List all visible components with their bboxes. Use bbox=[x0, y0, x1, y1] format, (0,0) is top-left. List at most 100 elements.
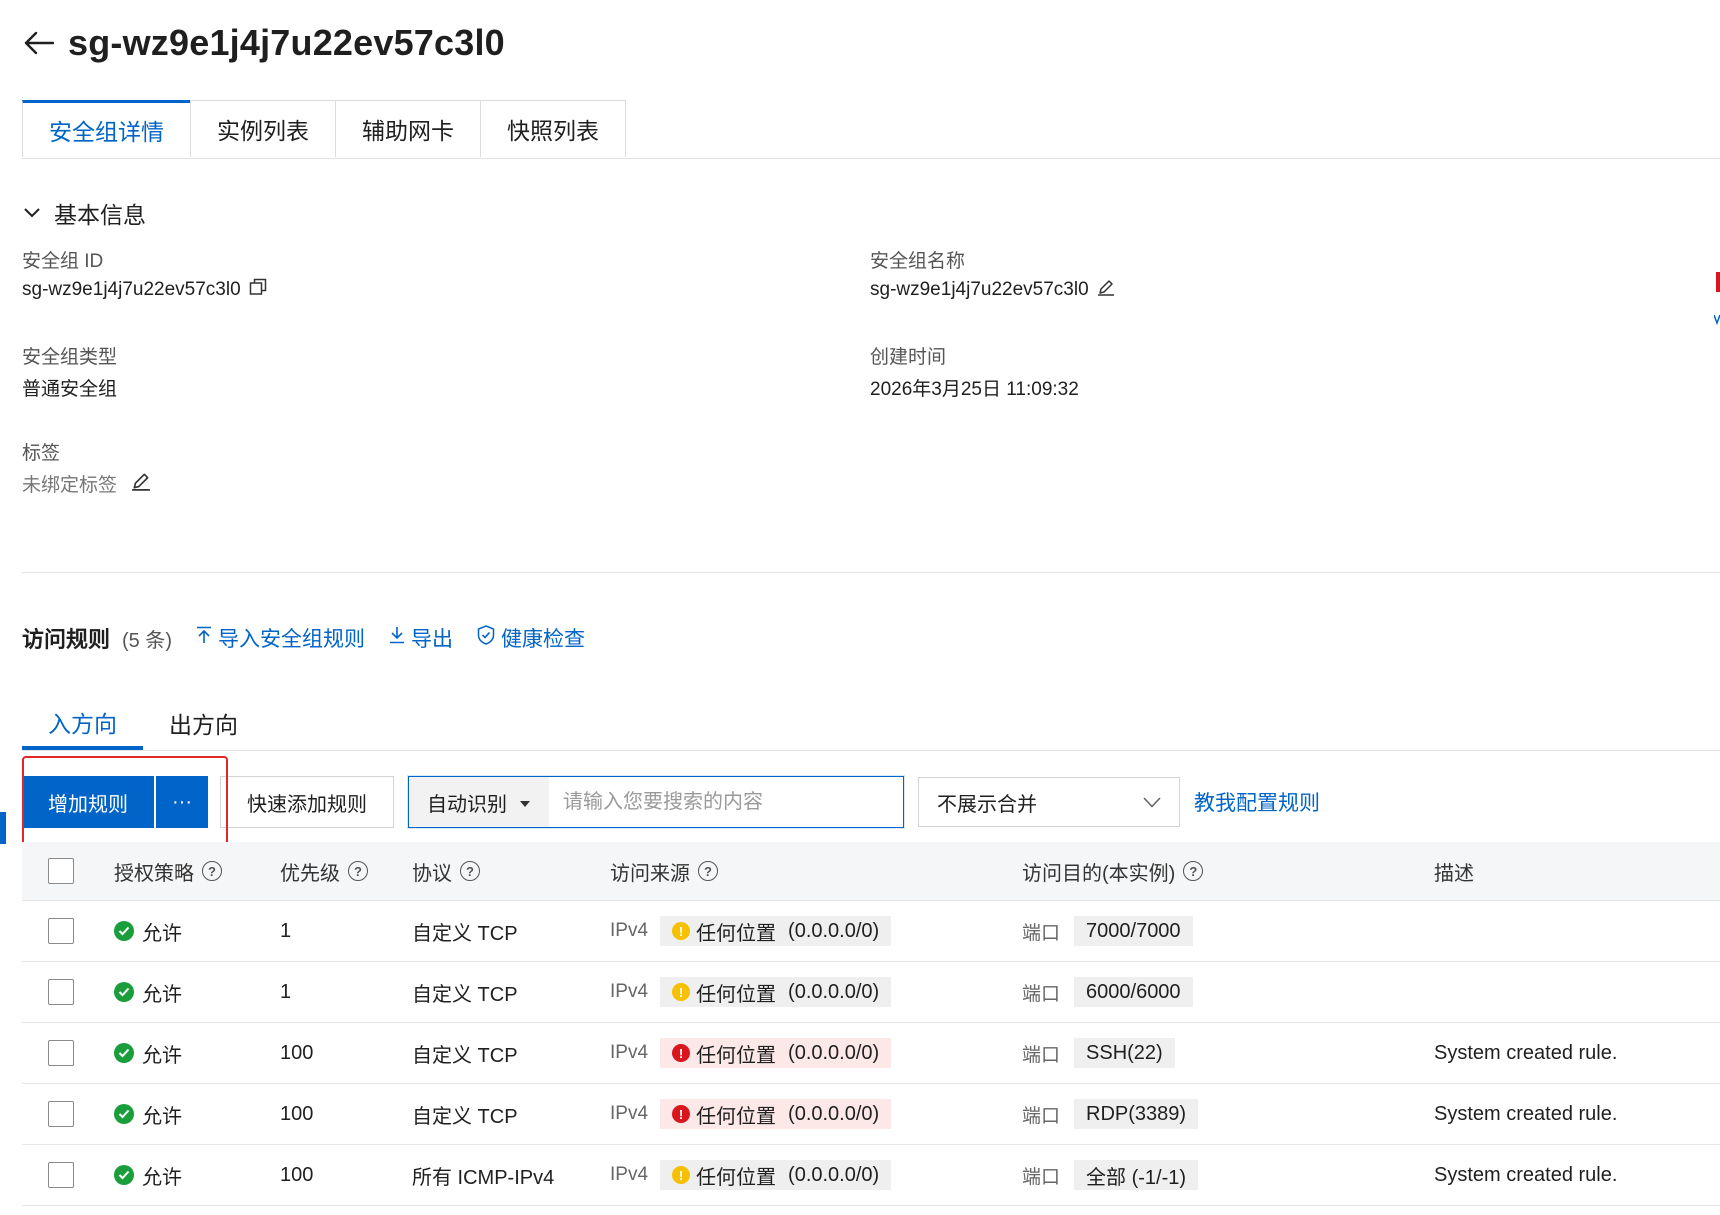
dest-cell: 端口 RDP(3389) bbox=[1022, 1099, 1434, 1129]
search-input[interactable] bbox=[549, 779, 903, 825]
table-row: 允许 100 自定义 TCP IPv4 ! 任何位置 (0.0.0.0/0) 端… bbox=[22, 1023, 1720, 1084]
source-text: 任何位置 bbox=[696, 1166, 777, 1189]
source-cell: IPv4 ! 任何位置 (0.0.0.0/0) bbox=[610, 1038, 1022, 1068]
source-cell: IPv4 ! 任何位置 (0.0.0.0/0) bbox=[610, 1099, 1022, 1129]
help-circle-icon[interactable]: ? bbox=[1183, 861, 1204, 881]
rule-search: 自动识别 bbox=[408, 776, 904, 828]
edit-icon[interactable] bbox=[1097, 278, 1115, 302]
side-indicator bbox=[0, 812, 6, 844]
quick-add-rule-button[interactable]: 快速添加规则 bbox=[220, 776, 394, 828]
col-source: 访问来源? bbox=[610, 857, 1022, 886]
ip-version: IPv4 bbox=[610, 1042, 649, 1063]
health-check-link[interactable]: 健康检查 bbox=[477, 623, 585, 653]
more-actions-button[interactable]: ··· bbox=[156, 776, 208, 828]
col-protocol: 协议? bbox=[412, 857, 610, 886]
created-time-value: 2026年3月25日 11:09:32 bbox=[870, 379, 1079, 400]
col-source-label: 访问来源 bbox=[610, 862, 690, 885]
policy-cell: 允许 bbox=[114, 917, 280, 946]
copy-icon[interactable] bbox=[249, 278, 267, 302]
basic-info-toggle[interactable]: 基本信息 bbox=[24, 196, 146, 230]
policy-text: 允许 bbox=[142, 1105, 182, 1128]
col-policy-label: 授权策略 bbox=[114, 862, 194, 885]
rules-toolbar: 增加规则 ··· 快速添加规则 自动识别 不展示合并 教我配置规则 bbox=[22, 776, 1320, 828]
export-label: 导出 bbox=[411, 628, 454, 651]
policy-text: 允许 bbox=[142, 922, 182, 945]
protocol-cell: 自定义 TCP bbox=[412, 1105, 518, 1128]
col-desc: 描述 bbox=[1434, 857, 1720, 886]
access-rules-count: (5 条) bbox=[122, 629, 173, 652]
check-circle-icon bbox=[114, 921, 134, 941]
warning-circle-icon: ! bbox=[672, 922, 691, 940]
access-rules-header: 访问规则 (5 条) 导入安全组规则 导出 健康检查 bbox=[22, 622, 585, 654]
help-circle-icon[interactable]: ? bbox=[348, 861, 368, 881]
source-text: 任何位置 bbox=[696, 922, 777, 945]
table-row: 允许 1 自定义 TCP IPv4 ! 任何位置 (0.0.0.0/0) 端口 … bbox=[22, 962, 1720, 1023]
source-cidr: (0.0.0.0/0) bbox=[788, 919, 880, 942]
port-badge: SSH(22) bbox=[1074, 1038, 1175, 1068]
row-checkbox[interactable] bbox=[48, 1040, 74, 1066]
table-row: 允许 100 自定义 TCP IPv4 ! 任何位置 (0.0.0.0/0) 端… bbox=[22, 1084, 1720, 1145]
tab-instance-list[interactable]: 实例列表 bbox=[190, 100, 336, 157]
protocol-cell: 所有 ICMP-IPv4 bbox=[412, 1166, 555, 1189]
shield-check-icon bbox=[477, 625, 495, 651]
rules-table: 授权策略? 优先级? 协议? 访问来源? 访问目的(本实例)? 描述 允许 1 … bbox=[22, 842, 1720, 1206]
section-divider bbox=[22, 572, 1720, 573]
source-cell: IPv4 ! 任何位置 (0.0.0.0/0) bbox=[610, 1160, 1022, 1190]
config-help-link[interactable]: 教我配置规则 bbox=[1194, 787, 1320, 817]
table-row: 允许 1 自定义 TCP IPv4 ! 任何位置 (0.0.0.0/0) 端口 … bbox=[22, 901, 1720, 962]
import-rules-link[interactable]: 导入安全组规则 bbox=[196, 623, 365, 653]
source-badge: ! 任何位置 (0.0.0.0/0) bbox=[660, 1038, 892, 1068]
source-badge: ! 任何位置 (0.0.0.0/0) bbox=[660, 1099, 892, 1129]
security-group-type-value: 普通安全组 bbox=[22, 379, 118, 400]
row-checkbox[interactable] bbox=[48, 918, 74, 944]
col-priority: 优先级? bbox=[280, 857, 412, 886]
row-checkbox[interactable] bbox=[48, 1101, 74, 1127]
policy-text: 允许 bbox=[142, 983, 182, 1006]
chevron-down-icon bbox=[1143, 791, 1161, 814]
dest-cell: 端口 SSH(22) bbox=[1022, 1038, 1434, 1068]
check-circle-icon bbox=[114, 982, 134, 1002]
merge-display-select[interactable]: 不展示合并 bbox=[918, 777, 1180, 827]
search-mode-value: 自动识别 bbox=[427, 793, 507, 816]
row-checkbox[interactable] bbox=[48, 1162, 74, 1188]
source-badge: ! 任何位置 (0.0.0.0/0) bbox=[660, 1160, 892, 1190]
chevron-down-icon bbox=[24, 203, 44, 223]
policy-cell: 允许 bbox=[114, 1100, 280, 1129]
edit-tag-icon[interactable] bbox=[131, 471, 151, 497]
source-cidr: (0.0.0.0/0) bbox=[788, 980, 880, 1003]
row-checkbox[interactable] bbox=[48, 979, 74, 1005]
source-cell: IPv4 ! 任何位置 (0.0.0.0/0) bbox=[610, 977, 1022, 1007]
tab-inbound[interactable]: 入方向 bbox=[22, 698, 143, 750]
tab-secondary-eni[interactable]: 辅助网卡 bbox=[335, 100, 481, 157]
add-rule-button[interactable]: 增加规则 bbox=[22, 776, 154, 828]
help-circle-icon[interactable]: ? bbox=[202, 861, 222, 881]
tab-snapshot-list[interactable]: 快照列表 bbox=[480, 100, 626, 157]
tab-security-group-details[interactable]: 安全组详情 bbox=[22, 100, 191, 157]
check-circle-icon bbox=[114, 1104, 134, 1124]
tags-label: 标签 bbox=[22, 443, 61, 464]
dest-cell: 端口 全部 (-1/-1) bbox=[1022, 1160, 1434, 1190]
security-group-id-text: sg-wz9e1j4j7u22ev57c3l0 bbox=[22, 279, 241, 300]
tab-outbound[interactable]: 出方向 bbox=[143, 698, 264, 748]
priority-cell: 1 bbox=[280, 919, 292, 942]
row-checkbox-cell bbox=[22, 1040, 114, 1066]
col-dest-label: 访问目的(本实例) bbox=[1022, 862, 1176, 885]
export-link[interactable]: 导出 bbox=[389, 623, 453, 653]
download-icon bbox=[389, 626, 405, 650]
policy-cell: 允许 bbox=[114, 978, 280, 1007]
header-checkbox-cell bbox=[22, 858, 114, 884]
health-check-label: 健康检查 bbox=[501, 628, 586, 651]
col-protocol-label: 协议 bbox=[412, 862, 452, 885]
search-mode-select[interactable]: 自动识别 bbox=[409, 777, 549, 827]
tags-value: 未绑定标签 bbox=[22, 470, 151, 497]
security-group-type-label: 安全组类型 bbox=[22, 347, 118, 368]
arrow-left-icon[interactable] bbox=[22, 26, 56, 60]
col-priority-label: 优先级 bbox=[280, 862, 340, 885]
select-all-checkbox[interactable] bbox=[48, 858, 74, 884]
warning-circle-icon: ! bbox=[672, 1166, 691, 1184]
help-circle-icon[interactable]: ? bbox=[698, 861, 718, 881]
help-circle-icon[interactable]: ? bbox=[460, 861, 480, 881]
clipped-column-mark bbox=[1716, 272, 1720, 292]
desc-cell: System created rule. bbox=[1434, 1102, 1618, 1125]
row-checkbox-cell bbox=[22, 1162, 114, 1188]
